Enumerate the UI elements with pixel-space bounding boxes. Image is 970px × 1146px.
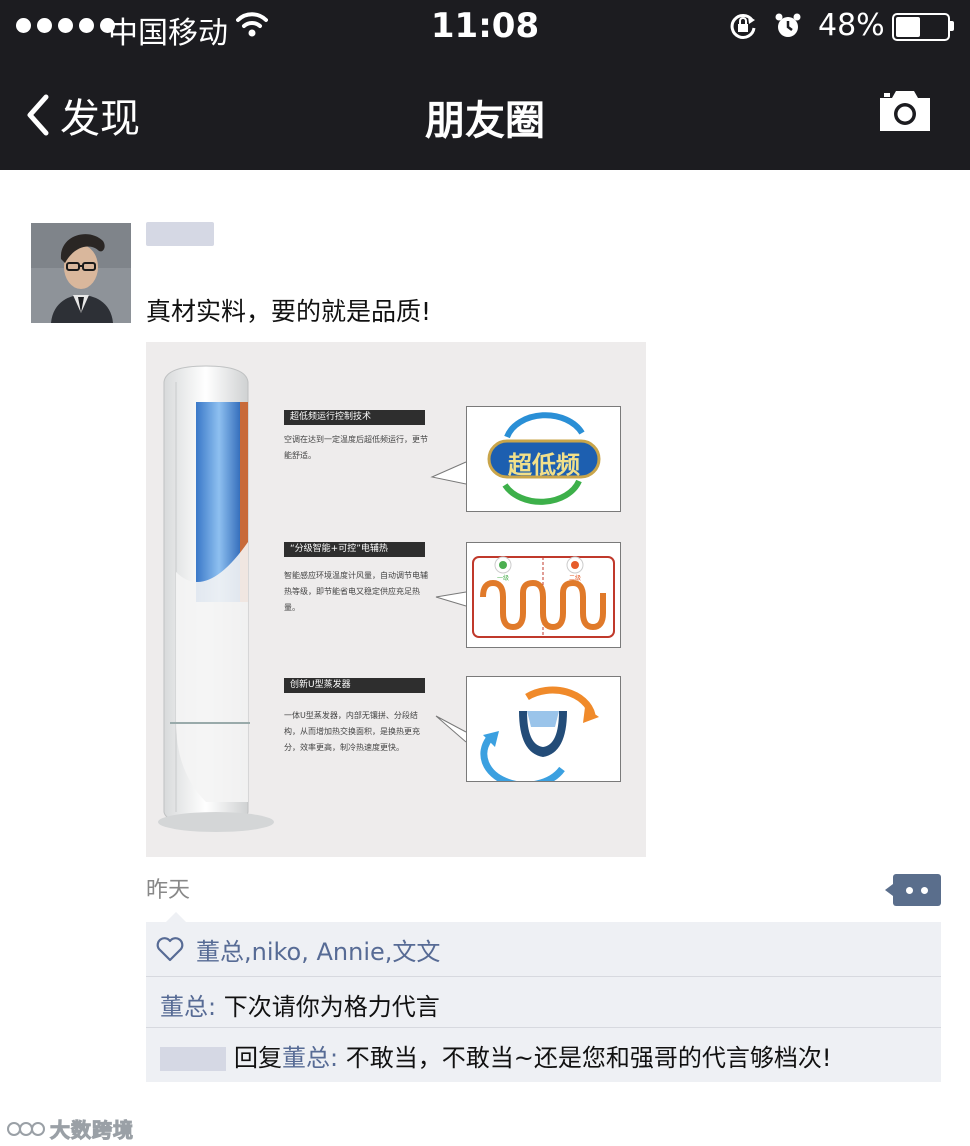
comment-author[interactable]: 董总 xyxy=(160,993,208,1021)
heating-coil-graphic xyxy=(472,556,615,638)
air-conditioner-image xyxy=(158,365,274,832)
watermark-text: 大数跨境 xyxy=(50,1118,134,1143)
more-dots-icon-2 xyxy=(921,887,928,894)
feature-desc-3: 一体U型蒸发器，内部无镶拼、分段结构，从而增加热交换面积，是换热更充分，效率更高… xyxy=(284,711,420,752)
comments-panel: 董总,niko, Annie,文文 董总: 下次请你为格力代言 回复董总: 不敢… xyxy=(146,912,941,1082)
watermark-logo-icon xyxy=(7,1121,45,1136)
feature-panel-1: 超低频 xyxy=(466,406,621,512)
battery-icon xyxy=(892,13,950,41)
heart-icon xyxy=(156,936,184,966)
comment-like-menu-button[interactable] xyxy=(885,874,941,906)
camera-icon xyxy=(880,91,930,131)
reply-target[interactable]: 董总 xyxy=(282,1044,330,1072)
level-label-1: 一级 xyxy=(497,575,510,582)
alarm-icon xyxy=(774,12,802,44)
post-image[interactable]: 超低频运行控制技术 空调在达到一定温度后超低频运行，更节能舒适。 “分级智能+可… xyxy=(146,342,646,857)
comment-text: 下次请你为格力代言 xyxy=(223,993,440,1021)
likes-row: 董总,niko, Annie,文文 xyxy=(146,922,941,977)
comments-notch xyxy=(166,912,186,922)
avatar[interactable] xyxy=(31,223,131,323)
post-text: 真材实料，要的就是品质! xyxy=(146,297,432,326)
comment-row[interactable]: 董总: 下次请你为格力代言 xyxy=(146,977,941,1028)
feature-tag-3: 创新U型蒸发器 xyxy=(284,678,425,693)
evaporator-graphic xyxy=(480,686,599,781)
reply-separator: : xyxy=(330,1044,346,1072)
reply-row[interactable]: 回复董总: 不敢当，不敢当~还是您和强哥的代言够档次! xyxy=(146,1028,941,1080)
feature-tag-2: “分级智能+可控”电辅热 xyxy=(284,542,425,557)
reply-text: 不敢当，不敢当~还是您和强哥的代言够档次! xyxy=(345,1044,832,1072)
comment-separator: : xyxy=(208,993,224,1021)
more-dots-icon xyxy=(906,887,913,894)
post-timestamp: 昨天 xyxy=(146,878,191,903)
badge-text: 超低频 xyxy=(508,451,580,479)
liked-by-names[interactable]: 董总,niko, Annie,文文 xyxy=(196,932,440,967)
feature-tag-1: 超低频运行控制技术 xyxy=(284,410,425,425)
reply-author-redacted[interactable] xyxy=(160,1047,226,1071)
feature-panel-3 xyxy=(466,676,621,782)
battery-percentage: 48% xyxy=(818,8,885,43)
feature-panel-2: 一级 二级 xyxy=(466,542,621,648)
camera-button[interactable] xyxy=(876,88,934,138)
feature-desc-2: 智能感应环境温度计风量，自动调节电辅热等级，即节能省电又稳定供应充足热量。 xyxy=(284,571,428,612)
username-redacted[interactable] xyxy=(146,222,214,246)
status-bar: 中国移动 11:08 48% xyxy=(0,0,970,52)
reply-word: 回复 xyxy=(234,1044,282,1072)
feature-desc-1: 空调在达到一定温度后超低频运行，更节能舒适。 xyxy=(284,435,428,460)
nav-bar: 发现 朋友圈 xyxy=(0,52,970,170)
battery-tip xyxy=(950,21,954,31)
user-portrait-image xyxy=(31,223,131,323)
watermark: 大数跨境 xyxy=(6,1114,134,1143)
page-title: 朋友圈 xyxy=(425,98,545,144)
rotation-lock-icon xyxy=(728,12,758,44)
level-label-2: 二级 xyxy=(569,575,582,582)
